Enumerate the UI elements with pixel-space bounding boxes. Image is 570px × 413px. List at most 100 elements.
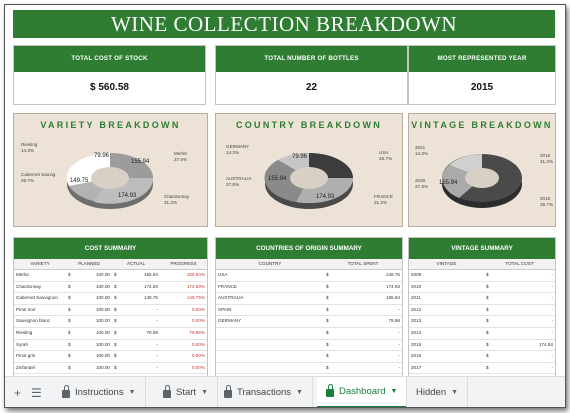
- vintage-donut-chart: 155.94 2021 14.3% 2020 27.8% 2016 31.2% …: [415, 145, 553, 208]
- vintage-cell: 2009: [411, 272, 422, 277]
- planned-cell: 100.00: [95, 341, 110, 347]
- data-label: 149.75: [70, 178, 89, 184]
- legend-label: USA: [379, 150, 389, 155]
- currency-cell: $: [326, 353, 329, 359]
- variety-cell: Syrah: [16, 341, 29, 347]
- planned-cell: 100.00: [95, 353, 110, 359]
- tab-label: Instructions: [75, 387, 124, 398]
- legend-label: AUSTRALIA: [226, 176, 252, 181]
- actual-cell: 155.94: [143, 272, 158, 277]
- country-chart-panel[interactable]: COUNTRY BREAKDOWN 79.96 155.94 174.93 GE…: [215, 113, 403, 227]
- table-title: COST SUMMARY: [14, 238, 207, 259]
- actual-cell: -: [156, 353, 158, 359]
- currency-cell: $: [326, 341, 329, 347]
- actual-cell: -: [156, 341, 158, 347]
- lock-icon: [163, 385, 171, 398]
- vintage-cell: 2010: [411, 283, 422, 289]
- lock-icon: [326, 384, 334, 397]
- currency-cell: $: [114, 306, 117, 312]
- chevron-down-icon[interactable]: ▼: [129, 377, 136, 407]
- country-cell: GERMANY: [218, 318, 242, 324]
- currency-cell: $: [486, 283, 489, 289]
- planned-cell: 100.00: [95, 283, 110, 289]
- legend-label: GERMANY: [226, 144, 249, 149]
- tab-dashboard[interactable]: Dashboard ▼: [317, 376, 408, 407]
- table-row: SPAIN $ -: [216, 305, 402, 317]
- table-row: Merlot $100.00 $155.94 155.94%: [14, 270, 207, 282]
- sheet-tab-bar: + ☰ Instructions ▼ Start ▼ Transactions …: [5, 376, 565, 407]
- legend-label: Merlot: [174, 151, 187, 156]
- cost-cell: -: [551, 329, 553, 335]
- currency-cell: $: [326, 329, 329, 335]
- legend-pct: 31.2%: [374, 200, 387, 205]
- currency-cell: $: [68, 364, 71, 370]
- table-header-row: VINTAGE TOTAL COST: [409, 259, 555, 270]
- kpi-total-cost: TOTAL COST OF STOCK $ 560.58: [13, 45, 206, 105]
- currency-cell: $: [68, 353, 71, 359]
- tab-transactions[interactable]: Transactions ▼: [215, 377, 313, 407]
- legend-label: Chardonnay: [164, 194, 190, 199]
- table-row: Cabernet Sauvignon $100.00 $149.75 149.75%: [14, 293, 207, 305]
- currency-cell: $: [326, 364, 329, 370]
- country-summary-table: COUNTRIES OF ORIGIN SUMMARY COUNTRY TOTA…: [215, 237, 403, 379]
- table-row: AUSTRALIA $155.94: [216, 293, 402, 305]
- variety-cell: Merlot: [16, 272, 29, 277]
- country-cell: [216, 351, 324, 362]
- cost-cell: -: [551, 295, 553, 301]
- chevron-down-icon[interactable]: ▼: [451, 377, 458, 407]
- chevron-down-icon[interactable]: ▼: [201, 377, 208, 407]
- vintage-cell: 2013: [411, 318, 422, 324]
- currency-cell: $: [114, 272, 117, 277]
- cost-cell: -: [551, 272, 553, 277]
- variety-chart-panel[interactable]: VARIETY BREAKDOWN 79.96 155.94 149.75 17…: [13, 113, 208, 227]
- legend-label: Cabernet Sauvig.: [21, 172, 57, 177]
- spent-cell: 79.96: [388, 318, 401, 324]
- add-sheet-icon[interactable]: +: [14, 386, 21, 400]
- progress-cell: 0.00%: [191, 353, 205, 359]
- table-row: Pinot noir $100.00 $ - 0.00%: [14, 305, 207, 317]
- all-sheets-menu-icon[interactable]: ☰: [31, 386, 42, 400]
- currency-cell: $: [486, 341, 489, 347]
- table-row: 2015 $174.93: [409, 340, 555, 352]
- currency-cell: $: [68, 295, 71, 301]
- currency-cell: $: [114, 283, 117, 289]
- variety-cell: Cabernet Sauvignon: [16, 295, 58, 301]
- chevron-down-icon[interactable]: ▼: [390, 376, 397, 407]
- spent-cell: -: [398, 306, 400, 312]
- table-row: $ -: [216, 340, 402, 352]
- variety-cell: Pinot noir: [16, 306, 36, 312]
- currency-cell: $: [486, 306, 489, 312]
- currency-cell: $: [326, 295, 329, 301]
- currency-cell: $: [68, 318, 71, 324]
- currency-cell: $: [326, 272, 329, 277]
- kpi-label: TOTAL COST OF STOCK: [14, 46, 205, 72]
- vintage-cell: 2012: [411, 306, 422, 312]
- currency-cell: $: [486, 295, 489, 301]
- data-label: 174.93: [118, 193, 137, 199]
- column-header: TOTAL COST: [505, 261, 534, 266]
- currency-cell: $: [326, 306, 329, 312]
- variety-cell: Chardonnay: [16, 283, 42, 289]
- column-header: PLANNED: [78, 261, 100, 266]
- actual-cell: 79.96: [146, 329, 159, 335]
- table-header-row: VARIETY PLANNED ACTUAL PROGRESS: [14, 259, 207, 270]
- kpi-label: MOST REPRESENTED YEAR: [409, 46, 555, 72]
- table-body: USA $149.75 FRANCE $174.93 AUSTRALIA $155.94 S…: [216, 270, 402, 375]
- tab-start[interactable]: Start ▼: [154, 377, 218, 407]
- column-header: TOTAL SPENT: [347, 261, 379, 266]
- table-row: 2013 $ -: [409, 316, 555, 328]
- currency-cell: $: [486, 318, 489, 324]
- vintage-chart-panel[interactable]: VINTAGE BREAKDOWN 155.94 2021 14.3% 2020…: [408, 113, 556, 227]
- currency-cell: $: [486, 353, 489, 359]
- planned-cell: 100.00: [95, 329, 110, 335]
- tab-hidden[interactable]: Hidden ▼: [407, 377, 469, 407]
- chevron-down-icon[interactable]: ▼: [296, 377, 303, 407]
- currency-cell: $: [114, 295, 117, 301]
- currency-cell: $: [326, 318, 329, 324]
- progress-cell: 0.00%: [191, 364, 205, 370]
- legend-label: 2016: [540, 153, 551, 158]
- tab-instructions[interactable]: Instructions ▼: [53, 377, 146, 407]
- table-row: USA $149.75: [216, 270, 402, 282]
- country-cell: FRANCE: [218, 283, 237, 289]
- table-title: VINTAGE SUMMARY: [409, 238, 555, 259]
